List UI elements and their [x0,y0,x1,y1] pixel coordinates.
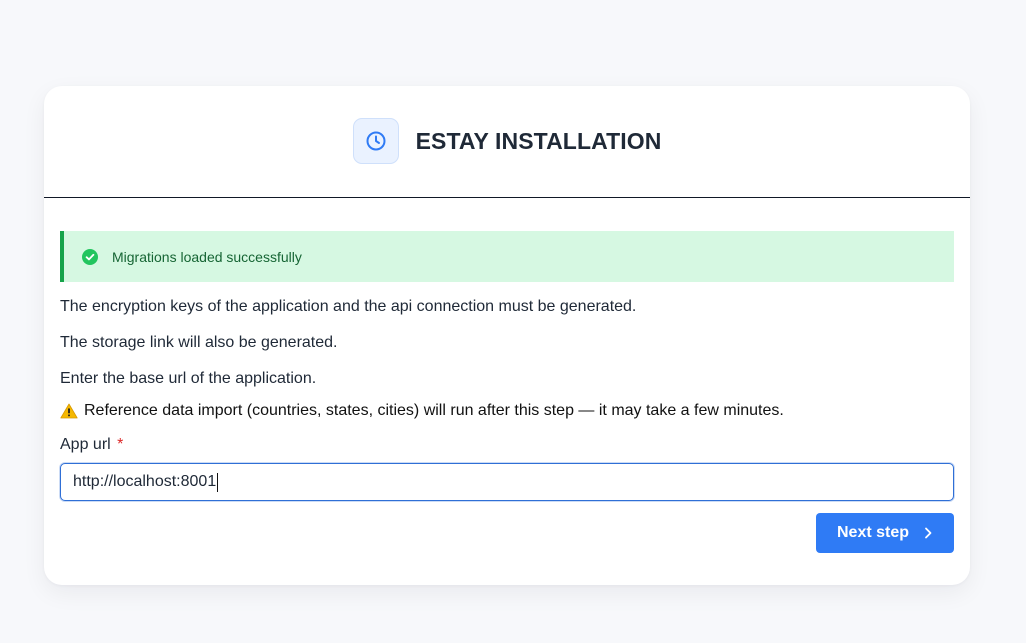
success-alert: Migrations loaded successfully [60,231,954,282]
chevron-right-icon [923,527,933,539]
required-mark: * [117,436,124,453]
card-header: ESTAY INSTALLATION [44,86,970,198]
warning-icon [60,403,78,419]
text-caret [217,472,219,492]
info-text-encryption: The encryption keys of the application a… [60,298,637,315]
page-title: ESTAY INSTALLATION [415,127,662,154]
app-url-label-text: App url [60,436,111,453]
check-circle-icon [82,248,98,265]
info-text-base-url: Enter the base url of the application. [60,370,317,387]
app-url-input[interactable]: http://localhost:8001 [60,463,954,501]
warning-text: Reference data import (countries, states… [60,402,784,420]
next-step-button[interactable]: Next step [816,513,954,553]
app-url-label: App url * [60,436,123,454]
info-text-storage: The storage link will also be generated. [60,334,338,351]
installation-card: ESTAY INSTALLATION Migrations loaded suc… [44,86,970,585]
app-url-value: http://localhost:8001 [73,473,217,490]
warning-message: Reference data import (countries, states… [84,402,784,419]
alert-message: Migrations loaded successfully [112,248,302,265]
clock-icon [352,117,399,164]
next-step-label: Next step [836,524,910,541]
